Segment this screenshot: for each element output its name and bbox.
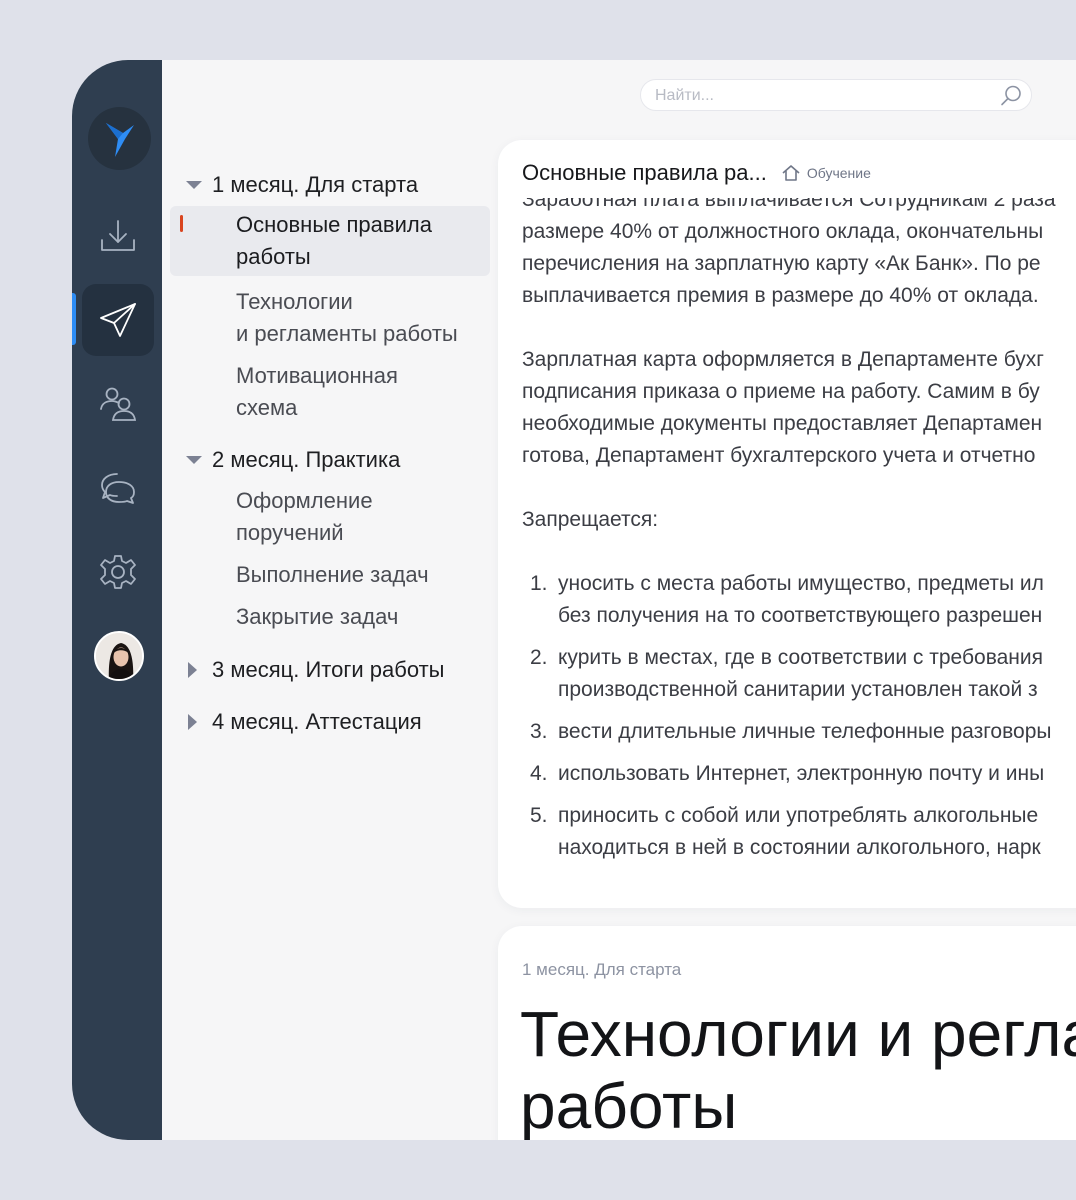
text-line: курить в местах, где в соответствии с тр… [558,646,1043,669]
text-line: перечисления на зарплатную карту «Ак Бан… [522,252,1041,275]
toc-item-line: схема [236,395,298,420]
toc-section-title: 2 месяц. Практика [212,447,401,472]
search-field[interactable] [640,79,1032,111]
active-indicator [72,293,76,345]
expanded-triangle-icon [186,455,208,465]
list-number: 2. [530,646,548,669]
list-heading: Запрещается: [522,508,659,531]
toc-section-2[interactable]: 2 месяц. Практика [170,443,490,477]
toc-item-task-execution[interactable]: Выполнение задач [170,559,490,591]
toc-item-technologies[interactable]: Технологии и регламенты работы [170,286,490,350]
toc-item-line: Основные правила [236,212,432,237]
text-line: Зарплатная карта оформляется в Департаме… [522,348,1044,371]
toc-item-orders[interactable]: Оформление поручений [170,485,490,549]
list-item: 2. курить в местах, где в соответствии с… [522,642,1076,706]
toc-section-3[interactable]: 3 месяц. Итоги работы [170,653,490,687]
search-input[interactable] [655,86,985,106]
next-article-title: Технологии и регла работы [520,998,1076,1140]
title-line: работы [520,1070,738,1140]
list-item: 4. использовать Интернет, электронную по… [522,758,1076,790]
list-item: 1. уносить с места работы имущество, пре… [522,568,1076,632]
app-window: 1 месяц. Для старта Основные правила раб… [72,60,1076,1140]
toc-item-motivation[interactable]: Мотивационная схема [170,360,490,424]
users-icon[interactable] [82,368,154,440]
toc-item-line: Выполнение задач [236,562,429,587]
collapsed-triangle-icon [186,662,208,678]
list-number: 3. [530,720,548,743]
active-marker [180,215,183,232]
text-line: необходимые документы предоставляет Депа… [522,412,1043,435]
toc-section-4[interactable]: 4 месяц. Аттестация [170,705,490,739]
article-body: Заработная плата выплачивается Сотрудник… [522,198,1076,888]
next-article-breadcrumb: 1 месяц. Для старта [522,960,682,979]
toc-item-task-closing[interactable]: Закрытие задач [170,601,490,633]
text-line: Заработная плата выплачивается Сотрудник… [522,198,1056,211]
text-line: приносить с собой или употреблять алкого… [558,804,1039,827]
text-line: находиться в ней в состоянии алкогольног… [558,836,1041,859]
toc-section-title: 4 месяц. Аттестация [212,709,422,734]
toc-section-title: 3 месяц. Итоги работы [212,657,445,682]
toc-item-line: работы [236,244,311,269]
toc-item-main-rules[interactable]: Основные правила работы [170,206,490,276]
toc-item-line: и регламенты работы [236,321,458,346]
text-line: уносить с места работы имущество, предме… [558,572,1044,595]
list-number: 5. [530,804,548,827]
list-item: 5. приносить с собой или употреблять алк… [522,800,1076,864]
toc-item-line: Технологии [236,289,353,314]
avatar[interactable] [94,631,144,681]
text-line: подписания приказа о приеме на работу. С… [522,380,1040,403]
toc-section-title: 1 месяц. Для старта [212,172,419,197]
title-line: Технологии и регла [520,998,1076,1070]
gear-icon[interactable] [82,536,154,608]
text-line: готова, Департамент бухгалтерского учета… [522,444,1036,467]
expanded-triangle-icon [186,180,208,190]
toc-item-line: Закрытие задач [236,604,399,629]
breadcrumb[interactable]: Обучение [781,164,871,182]
sidebar-rail [72,60,162,1140]
collapsed-triangle-icon [186,714,208,730]
list-item: 3. вести длительные личные телефонные ра… [522,716,1076,748]
logo-bird-icon[interactable] [88,107,151,170]
toc-item-line: Оформление [236,488,373,513]
text-line: выплачивается премия в размере до 40% от… [522,284,1039,307]
send-icon[interactable] [82,284,154,356]
search-icon[interactable] [999,84,1023,113]
text-line: вести длительные личные телефонные разго… [558,720,1052,743]
text-line: размере 40% от должностного оклада, окон… [522,220,1044,243]
text-line: производственной санитарии установлен та… [558,678,1038,701]
next-article-card[interactable]: 1 месяц. Для старта Технологии и регла р… [498,926,1076,1140]
chat-icon[interactable] [82,452,154,524]
forbidden-list: 1. уносить с места работы имущество, пре… [522,568,1076,864]
paragraph: Зарплатная карта оформляется в Департаме… [522,344,1076,472]
list-number: 4. [530,762,548,785]
text-line: использовать Интернет, электронную почту… [558,762,1045,785]
article-title: Основные правила ра... [522,160,767,185]
download-icon[interactable] [82,200,154,272]
paragraph: Заработная плата выплачивается Сотрудник… [522,198,1076,312]
article-card: Основные правила ра... Обучение Заработн… [498,140,1076,908]
toc-item-line: поручений [236,520,344,545]
home-icon [781,164,801,182]
article-header: Основные правила ра... Обучение [522,160,871,186]
list-number: 1. [530,572,548,595]
toc-item-line: Мотивационная [236,363,398,388]
toc-section-1[interactable]: 1 месяц. Для старта [170,168,490,202]
breadcrumb-label: Обучение [806,165,871,181]
text-line: без получения на то соответствующего раз… [558,604,1043,627]
table-of-contents: 1 месяц. Для старта Основные правила раб… [170,168,490,739]
